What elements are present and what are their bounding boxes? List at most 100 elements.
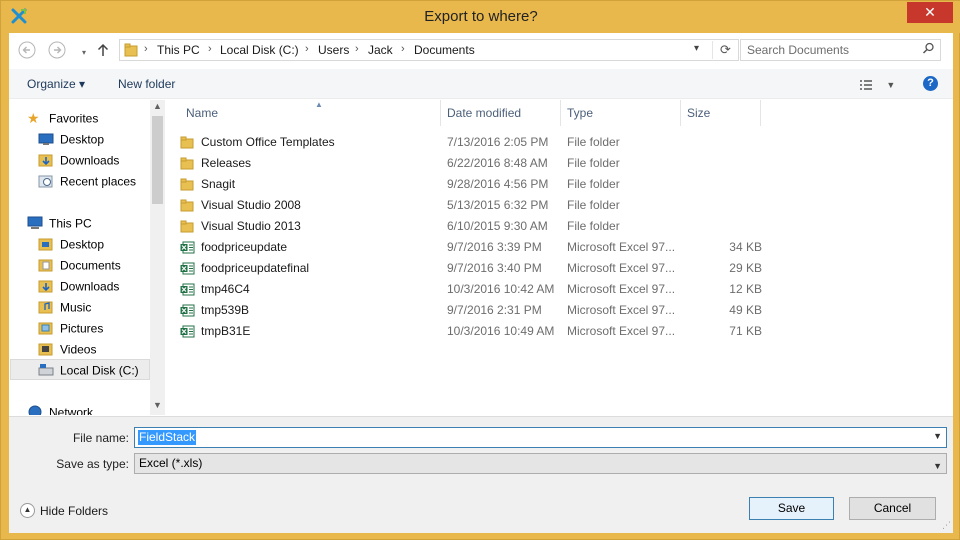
chevron-right-icon: › (401, 43, 405, 55)
nav-favorites-downloads[interactable]: Downloads (38, 150, 119, 171)
close-button[interactable]: ✕ (907, 2, 953, 23)
file-row[interactable]: foodpriceupdatefinal 9/7/2016 3:40 PM Micr… (180, 258, 940, 279)
hide-folders-button[interactable]: ▲ Hide Folders (20, 503, 109, 519)
nav-pc-local-disk[interactable]: Local Disk (C:) (10, 359, 150, 380)
file-name-cell: tmp46C4 (180, 279, 430, 300)
file-type: File folder (567, 219, 620, 233)
file-date: 6/22/2016 8:48 AM (447, 156, 548, 170)
nav-label: Documents (60, 258, 121, 273)
hide-folders-label: Hide Folders (40, 503, 109, 518)
breadcrumb-users[interactable]: Users (318, 43, 349, 57)
file-name-cell: foodpriceupdatefinal (180, 258, 430, 279)
nav-network[interactable]: Network (27, 402, 93, 415)
file-row[interactable]: Visual Studio 2008 5/13/2015 6:32 PM File … (180, 195, 940, 216)
breadcrumb-this-pc[interactable]: This PC (157, 43, 200, 57)
documents-folder-icon (38, 259, 53, 272)
column-header-size[interactable]: Size (681, 100, 761, 126)
nav-pc-music[interactable]: Music (38, 297, 91, 318)
chevron-up-icon: ▲ (20, 503, 35, 519)
file-row[interactable]: foodpriceupdate 9/7/2016 3:39 PM Microsoft… (180, 237, 940, 258)
scroll-thumb[interactable] (152, 116, 163, 204)
column-header-type[interactable]: Type (561, 100, 681, 126)
address-dropdown-icon[interactable]: ▾ (694, 43, 699, 54)
dialog-window: Export to where? ✕ ▾ › This PC › Local D… (0, 0, 960, 540)
save-as-type-select[interactable]: Excel (*.xls) ▼ (134, 453, 947, 474)
breadcrumb-documents[interactable]: Documents (414, 43, 475, 57)
file-type: Microsoft Excel 97... (567, 303, 676, 317)
file-row[interactable]: Visual Studio 2013 6/10/2015 9:30 AM File … (180, 216, 940, 237)
nav-pc-pictures[interactable]: Pictures (38, 318, 103, 339)
file-name: tmpB31E (201, 324, 251, 338)
videos-folder-icon (38, 343, 53, 356)
search-input[interactable]: Search Documents (740, 39, 941, 61)
file-row[interactable]: tmp46C4 10/3/2016 10:42 AM Microsoft Excel… (180, 279, 940, 300)
nav-pc-videos[interactable]: Videos (38, 339, 96, 360)
folder-icon (180, 177, 195, 191)
file-row[interactable]: Releases 6/22/2016 8:48 AM File folder (180, 153, 940, 174)
file-date: 6/10/2015 9:30 AM (447, 219, 548, 233)
help-icon[interactable]: ? (923, 76, 938, 91)
computer-icon (27, 216, 43, 229)
music-folder-icon (38, 301, 53, 314)
nav-label: Videos (60, 342, 97, 357)
file-name-cell: Visual Studio 2008 (180, 195, 430, 216)
nav-pc-downloads[interactable]: Downloads (38, 276, 119, 297)
column-header-date-modified[interactable]: Date modified (441, 100, 561, 126)
cancel-button[interactable]: Cancel (849, 497, 936, 520)
downloads-folder-icon (38, 154, 53, 167)
nav-favorites[interactable]: ★ Favorites (27, 108, 98, 129)
file-type: Microsoft Excel 97... (567, 240, 676, 254)
back-button[interactable] (15, 39, 39, 61)
nav-this-pc[interactable]: This PC (27, 213, 92, 234)
file-date: 9/7/2016 3:39 PM (447, 240, 542, 254)
file-row[interactable]: Snagit 9/28/2016 4:56 PM File folder (180, 174, 940, 195)
file-row[interactable]: tmpB31E 10/3/2016 10:49 AM Microsoft Excel… (180, 321, 940, 342)
nav-label: Downloads (60, 153, 120, 168)
file-type: Microsoft Excel 97... (567, 282, 676, 296)
filename-input[interactable]: FieldStack ▼ (134, 427, 947, 448)
file-list: Name ▲ Date modified Type Size Custom Of… (166, 100, 953, 415)
nav-pc-documents[interactable]: Documents (38, 255, 121, 276)
breadcrumb-jack[interactable]: Jack (368, 43, 393, 57)
nav-label: Downloads (60, 279, 120, 294)
filename-label: File name: (72, 431, 129, 445)
navigation-pane: ★ Favorites Desktop Downloads Recent plac… (9, 100, 165, 415)
breadcrumb-local-disk[interactable]: Local Disk (C:) (220, 43, 299, 57)
scroll-down-icon[interactable]: ▼ (153, 400, 162, 410)
refresh-icon[interactable]: ⟳ (712, 41, 738, 59)
address-bar[interactable]: › This PC › Local Disk (C:) › Users › Ja… (119, 39, 739, 61)
resize-grip-icon[interactable]: ⋰ (942, 520, 951, 531)
desktop-folder-icon (38, 238, 53, 251)
nav-pc-desktop[interactable]: Desktop (38, 234, 104, 255)
organize-menu-button[interactable]: Organize ▾ (27, 77, 85, 91)
file-date: 7/13/2016 2:05 PM (447, 135, 549, 149)
chevron-down-icon[interactable]: ▼ (933, 457, 942, 476)
file-name-cell: Custom Office Templates (180, 132, 430, 153)
file-date: 10/3/2016 10:42 AM (447, 282, 555, 296)
desktop-icon (38, 133, 54, 145)
network-icon (28, 405, 42, 415)
file-date: 5/13/2015 6:32 PM (447, 198, 549, 212)
scroll-up-icon[interactable]: ▲ (153, 101, 162, 111)
file-row[interactable]: Custom Office Templates 7/13/2016 2:05 PM… (180, 132, 940, 153)
excel-file-icon (180, 303, 195, 317)
save-button[interactable]: Save (749, 497, 834, 520)
chevron-right-icon: › (208, 43, 212, 55)
nav-favorites-recent-places[interactable]: Recent places (38, 171, 136, 192)
up-button[interactable] (91, 39, 115, 61)
new-folder-button[interactable]: New folder (118, 77, 175, 91)
forward-arrow-icon (48, 41, 66, 59)
file-row[interactable]: tmp539B 9/7/2016 2:31 PM Microsoft Excel 9… (180, 300, 940, 321)
file-date: 9/7/2016 3:40 PM (447, 261, 542, 275)
file-name: Visual Studio 2008 (201, 198, 301, 212)
nav-label: This PC (49, 216, 92, 231)
title-bar[interactable]: Export to where? ✕ (1, 1, 960, 33)
file-type: Microsoft Excel 97... (567, 324, 676, 338)
file-name-cell: tmp539B (180, 300, 430, 321)
forward-button[interactable] (45, 39, 69, 61)
change-view-button[interactable]: ▼ (859, 77, 895, 91)
nav-favorites-desktop[interactable]: Desktop (38, 129, 104, 150)
column-header-name[interactable]: Name ▲ (180, 100, 441, 126)
chevron-down-icon[interactable]: ▼ (933, 431, 942, 441)
nav-scrollbar[interactable]: ▲ ▼ (150, 100, 165, 415)
